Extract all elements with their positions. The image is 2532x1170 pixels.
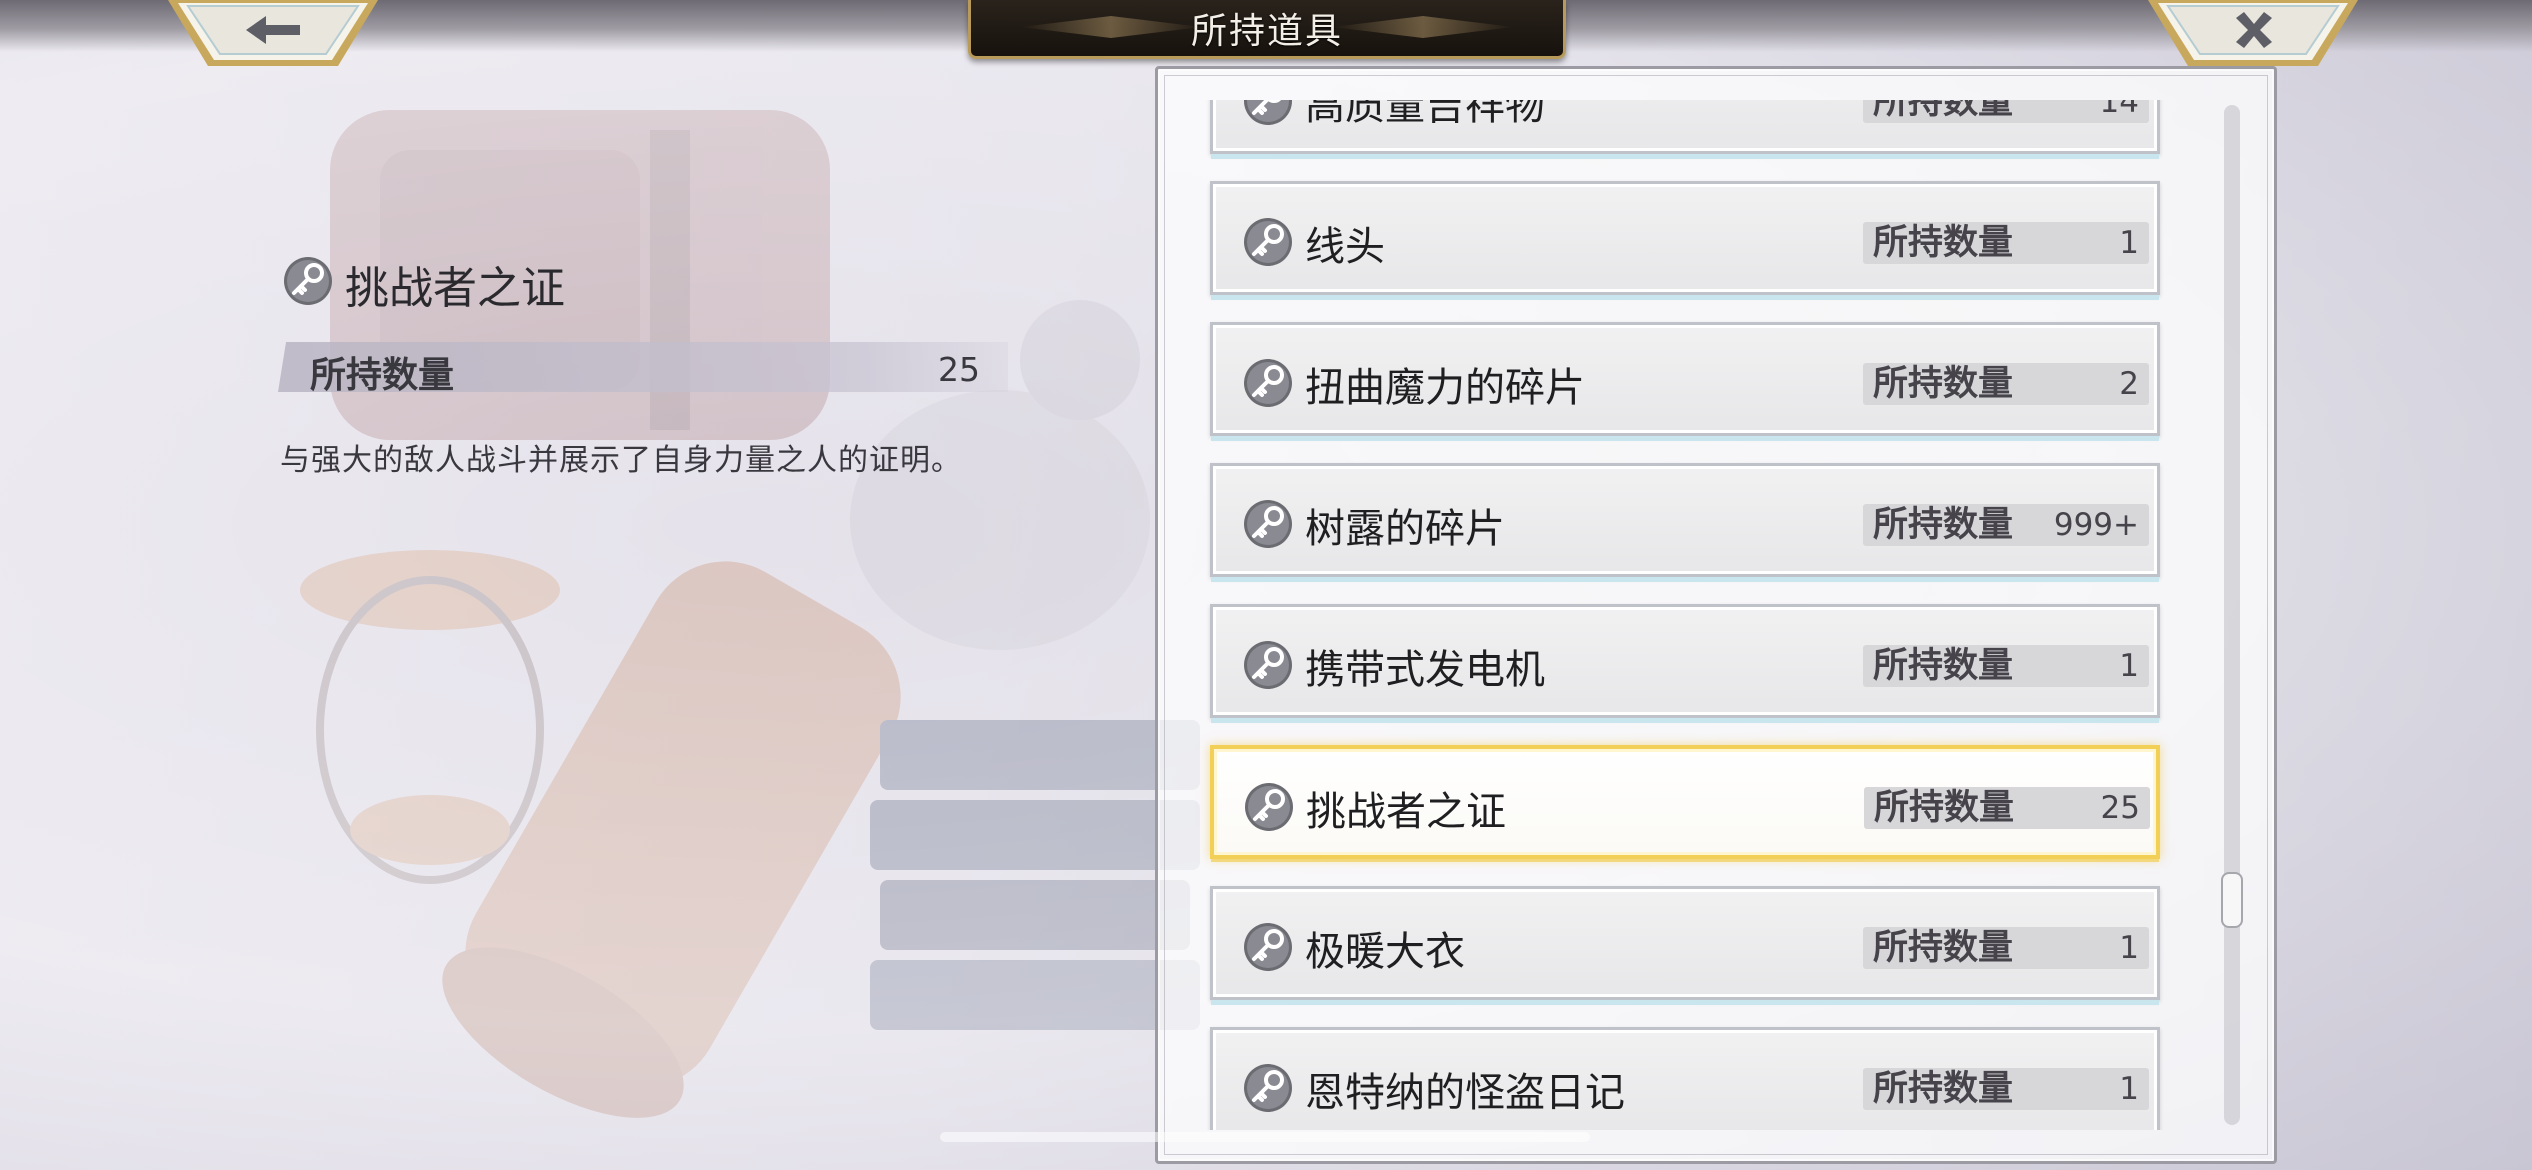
item-name: 线头	[1305, 224, 1385, 270]
item-quantity-value: 1	[2119, 648, 2139, 684]
key-item-icon	[1245, 783, 1293, 831]
key-item-icon	[1244, 923, 1292, 971]
item-quantity-box: 所持数量 1	[1863, 927, 2149, 969]
key-item-icon	[284, 257, 332, 305]
item-quantity-value: 2	[2119, 366, 2139, 402]
item-row[interactable]: 高质量吉祥物 所持数量 14	[1210, 100, 2160, 154]
close-button[interactable]	[2148, 0, 2358, 70]
item-row[interactable]: 扭曲魔力的碎片 所持数量 2	[1210, 322, 2160, 436]
scrollbar-thumb[interactable]	[2221, 872, 2243, 928]
item-name: 挑战者之证	[1306, 789, 1506, 835]
background-illustration	[300, 110, 1200, 1118]
item-quantity-label: 所持数量	[1873, 100, 2014, 122]
item-name: 极暖大衣	[1305, 929, 1465, 975]
back-arrow-icon	[168, 0, 378, 66]
item-quantity-value: 1	[2119, 225, 2139, 261]
item-row[interactable]: 树露的碎片 所持数量 999+	[1210, 463, 2160, 577]
home-indicator	[940, 1132, 1590, 1142]
item-quantity-label: 所持数量	[1873, 223, 2014, 263]
detail-quantity-label: 所持数量	[310, 355, 455, 396]
key-item-icon	[1244, 359, 1292, 407]
item-quantity-label: 所持数量	[1873, 646, 2014, 686]
item-quantity-box: 所持数量 999+	[1863, 504, 2149, 546]
title-ornament-right	[1333, 16, 1513, 38]
title-ornament-left	[1021, 16, 1201, 38]
scrollbar-track[interactable]	[2224, 105, 2240, 1125]
key-item-icon	[1244, 100, 1292, 125]
item-row[interactable]: 恩特纳的怪盗日记 所持数量 1	[1210, 1027, 2160, 1130]
key-item-icon	[1244, 218, 1292, 266]
item-quantity-label: 所持数量	[1873, 928, 2014, 968]
detail-description: 与强大的敌人战斗并展示了自身力量之人的证明。	[280, 443, 962, 478]
back-button[interactable]	[168, 0, 378, 70]
item-quantity-value: 25	[2100, 790, 2140, 826]
item-quantity-box: 所持数量 25	[1864, 787, 2150, 829]
item-quantity-box: 所持数量 1	[1863, 645, 2149, 687]
item-list[interactable]: 高质量吉祥物 所持数量 14 线头 所持数量 1 扭曲魔力的碎片 所持数量 2 树露的碎片 所持数量…	[1190, 100, 2190, 1130]
item-quantity-label: 所持数量	[1874, 788, 2015, 828]
item-name: 树露的碎片	[1305, 506, 1505, 552]
item-quantity-value: 1	[2119, 930, 2139, 966]
item-name: 扭曲魔力的碎片	[1305, 365, 1585, 411]
key-item-icon	[1244, 500, 1292, 548]
item-quantity-label: 所持数量	[1873, 505, 2014, 545]
item-quantity-box: 所持数量 2	[1863, 363, 2149, 405]
key-item-icon	[1244, 641, 1292, 689]
detail-quantity-value: 25	[938, 350, 980, 389]
item-quantity-label: 所持数量	[1873, 1069, 2014, 1109]
item-quantity-label: 所持数量	[1873, 364, 2014, 404]
close-x-icon	[2148, 0, 2358, 66]
item-quantity-value: 14	[2099, 100, 2139, 120]
item-row[interactable]: 极暖大衣 所持数量 1	[1210, 886, 2160, 1000]
item-row-selected[interactable]: 挑战者之证 所持数量 25	[1210, 745, 2160, 859]
title-plate: 所持道具	[968, 0, 1566, 59]
item-name: 携带式发电机	[1305, 647, 1545, 693]
item-quantity-box: 所持数量 1	[1863, 1068, 2149, 1110]
item-name: 高质量吉祥物	[1305, 100, 1545, 129]
detail-item-name: 挑战者之证	[345, 263, 565, 314]
item-quantity-box: 所持数量 14	[1863, 100, 2149, 123]
item-name: 恩特纳的怪盗日记	[1305, 1070, 1625, 1116]
item-row[interactable]: 线头 所持数量 1	[1210, 181, 2160, 295]
item-quantity-value: 1	[2119, 1071, 2139, 1107]
item-quantity-box: 所持数量 1	[1863, 222, 2149, 264]
page-title: 所持道具	[1190, 11, 1343, 52]
item-row[interactable]: 携带式发电机 所持数量 1	[1210, 604, 2160, 718]
key-item-icon	[1244, 1064, 1292, 1112]
item-quantity-value: 999+	[2053, 507, 2139, 543]
